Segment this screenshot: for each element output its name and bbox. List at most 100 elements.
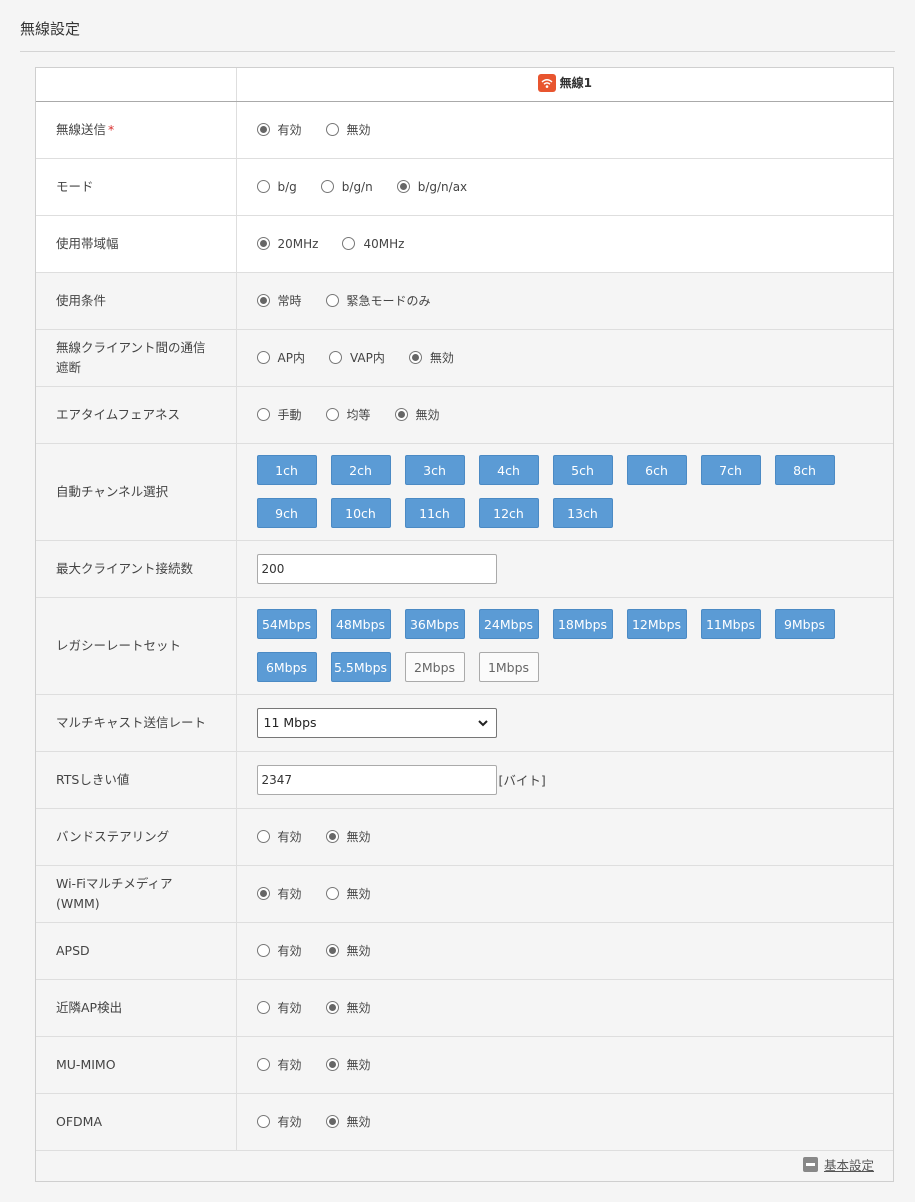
radio-button[interactable] [256,351,270,364]
radio-button[interactable] [325,1001,339,1014]
rate-button[interactable]: 6Mbps [256,652,317,682]
radio-button[interactable] [325,887,339,900]
radio-button[interactable] [396,180,410,193]
radio-label: 無効 [346,830,371,844]
radio-button[interactable] [325,123,339,136]
radio-button[interactable] [325,408,339,421]
rate-button[interactable]: 24Mbps [478,609,539,639]
radio-option[interactable]: 無効 [325,1113,371,1130]
radio-button[interactable] [256,1115,270,1128]
radio-button[interactable] [325,294,339,307]
multicast-label: マルチキャスト送信レート [56,714,207,730]
radio-option[interactable]: 有効 [256,1113,302,1130]
channel-button[interactable]: 11ch [404,498,465,528]
apsd-label: APSD [56,942,90,958]
channel-button[interactable]: 3ch [404,455,465,485]
channel-button[interactable]: 1ch [256,455,317,485]
radio-button[interactable] [342,237,356,250]
rate-button[interactable]: 48Mbps [330,609,391,639]
radio-option[interactable]: 常時 [256,292,302,309]
radio-option[interactable]: 無効 [394,406,440,423]
rts-threshold-input[interactable]: 2347 [256,764,497,795]
channel-button[interactable]: 2ch [330,455,391,485]
radio-option[interactable]: 無効 [325,121,371,138]
radio-button[interactable] [256,294,270,307]
radio-button[interactable] [256,1058,270,1071]
radio-option[interactable]: 手動 [256,406,302,423]
radio-button[interactable] [256,830,270,843]
rate-button[interactable]: 18Mbps [552,609,613,639]
label-cell: マルチキャスト送信レート [36,694,237,752]
radio-option[interactable]: 無効 [325,885,371,902]
radio-button[interactable] [325,944,339,957]
radio-option[interactable]: VAP内 [328,349,385,366]
radio-button[interactable] [325,830,339,843]
radio-option[interactable]: 無効 [325,942,371,959]
radio-option[interactable]: 有効 [256,999,302,1016]
radio-option[interactable]: 有効 [256,885,302,902]
radio-button[interactable] [256,408,270,421]
radio-option[interactable]: b/g/n [320,180,373,194]
isolation-radio-group: AP内 VAP内 無効 [256,349,874,366]
rate-button[interactable]: 54Mbps [256,609,317,639]
max-clients-label: 最大クライアント接続数 [56,560,194,576]
minus-icon [802,1157,818,1172]
label-cell: レガシーレートセット [36,597,237,695]
radio-button[interactable] [256,944,270,957]
radio-label: 有効 [277,1115,302,1129]
radio-option[interactable]: 無効 [325,1056,371,1073]
radio-option[interactable]: 有効 [256,828,302,845]
rate-button[interactable]: 2Mbps [404,652,465,682]
radio-label: 40MHz [363,236,405,251]
radio-button[interactable] [256,1001,270,1014]
rate-button[interactable]: 1Mbps [478,652,539,682]
channel-button[interactable]: 12ch [478,498,539,528]
radio-option[interactable]: 有効 [256,942,302,959]
radio-option[interactable]: 有効 [256,1056,302,1073]
channel-button[interactable]: 4ch [478,455,539,485]
label-cell: エアタイムフェアネス [36,386,237,444]
channel-button[interactable]: 9ch [256,498,317,528]
label-cell: バンドステアリング [36,808,237,866]
rate-button[interactable]: 9Mbps [774,609,835,639]
max-clients-input[interactable]: 200 [256,553,497,584]
channel-button[interactable]: 5ch [552,455,613,485]
radio-button[interactable] [320,180,334,193]
channel-button[interactable]: 6ch [626,455,687,485]
radio-button[interactable] [325,1115,339,1128]
condition-radio-group: 常時 緊急モードのみ [256,292,874,309]
radio-option[interactable]: 均等 [325,406,371,423]
radio-option[interactable]: AP内 [256,349,305,366]
radio-button[interactable] [408,351,422,364]
rate-button[interactable]: 12Mbps [626,609,687,639]
radio-button[interactable] [256,123,270,136]
radio-option[interactable]: 無効 [325,999,371,1016]
radio-option[interactable]: 緊急モードのみ [325,292,431,309]
basic-settings-link[interactable]: 基本設定 [802,1155,874,1174]
rate-button[interactable]: 11Mbps [700,609,761,639]
radio-option[interactable]: 有効 [256,121,302,138]
radio-button[interactable] [256,237,270,250]
radio-button[interactable] [328,351,342,364]
rts-unit: [バイト] [498,773,546,788]
radio-option[interactable]: 無効 [325,828,371,845]
channel-button[interactable]: 10ch [330,498,391,528]
channel-button[interactable]: 8ch [774,455,835,485]
radio-option[interactable]: b/g/n/ax [396,180,467,194]
rate-button[interactable]: 5.5Mbps [330,652,391,682]
rate-button[interactable]: 36Mbps [404,609,465,639]
channel-button[interactable]: 13ch [552,498,613,528]
radio-button[interactable] [256,180,270,193]
radio-option[interactable]: 無効 [408,349,454,366]
label-cell: Wi-Fiマルチメディア (WMM) [36,865,237,923]
basic-settings-label: 基本設定 [823,1158,874,1173]
radio-option[interactable]: 40MHz [342,237,404,251]
radio-option[interactable]: b/g [256,180,297,194]
radio-option[interactable]: 20MHz [256,237,318,251]
radio-button[interactable] [325,1058,339,1071]
radio-button[interactable] [394,408,408,421]
multicast-rate-select[interactable]: 11 Mbps [256,707,497,738]
radio-button[interactable] [256,887,270,900]
channel-button[interactable]: 7ch [700,455,761,485]
channel-button-grid: 1ch 2ch 3ch 4ch 5ch 6ch 7ch 8ch 9ch 10ch… [256,455,874,528]
